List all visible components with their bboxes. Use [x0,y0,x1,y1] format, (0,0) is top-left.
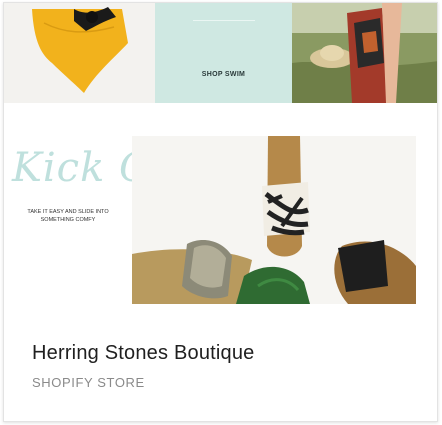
store-name[interactable]: Herring Stones Boutique [32,342,255,365]
store-card[interactable]: SHOP SWIM Kick Off TAKE IT EASY AND SLID… [3,2,438,422]
store-type-label: SHOPIFY STORE [32,375,145,390]
divider-line [193,20,255,21]
beach-model-image [292,3,437,103]
shop-swim-label[interactable]: SHOP SWIM [155,71,292,78]
shop-swim-tile[interactable]: SHOP SWIM [155,3,292,103]
store-banner: SHOP SWIM [4,3,437,103]
tagline-line-1: TAKE IT EASY AND SLIDE INTO [27,209,109,215]
hero-banner: Kick Off TAKE IT EASY AND SLIDE INTO SOM… [4,103,437,313]
swimwear-image [4,3,155,103]
tagline-line-2: SOMETHING COMFY [40,217,96,223]
hero-tagline: TAKE IT EASY AND SLIDE INTO SOMETHING CO… [18,208,118,224]
sandals-image [132,136,416,304]
